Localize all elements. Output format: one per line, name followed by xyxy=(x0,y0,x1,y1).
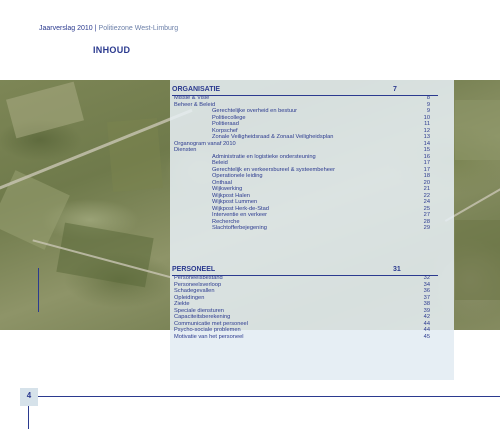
toc-section-heading: PERSONEEL xyxy=(172,266,216,273)
toc-entry-page: 17 xyxy=(423,160,430,166)
toc-entry[interactable]: Gerechtelijk en verkeersbureel & systeem… xyxy=(212,167,335,173)
toc-entry[interactable]: Wijkpost Herk-de-Stad xyxy=(212,206,269,212)
toc-entry[interactable]: Zonale Veiligheidsraad & Zonaal Veilighe… xyxy=(212,134,333,140)
toc-entry[interactable]: Missie & Visie xyxy=(174,95,209,101)
toc-entry[interactable]: Slachtofferbejegening xyxy=(212,225,267,231)
toc-entry[interactable]: Wijkpost Lummen xyxy=(212,199,257,205)
toc-entry[interactable]: Personeelsverloop xyxy=(174,282,221,288)
toc-entry-page: 45 xyxy=(423,333,430,340)
toc-entry-page: 18 xyxy=(423,173,430,179)
toc-section-page: 7 xyxy=(393,86,397,93)
toc-entry-page: 24 xyxy=(423,199,430,205)
toc-entry[interactable]: Wijkpost Halen xyxy=(212,193,250,199)
toc-entry-page: 11 xyxy=(424,121,430,127)
toc-entry-page: 29 xyxy=(423,225,430,231)
toc-entry-page: 44 xyxy=(423,320,430,327)
toc-entry-page: 16 xyxy=(423,153,430,160)
page-title: INHOUD xyxy=(93,45,131,55)
toc-entry[interactable]: Diensten xyxy=(174,147,196,153)
toc-entry-page: 37 xyxy=(423,294,430,301)
toc-entry[interactable]: Wijkwerking xyxy=(212,186,242,192)
toc-entry[interactable]: Personeelsbestand xyxy=(174,275,223,281)
toc-entry[interactable]: Administratie en logistieke ondersteunin… xyxy=(212,154,316,160)
toc-entry[interactable]: Korpschef xyxy=(212,128,238,134)
toc-entry[interactable]: Recherche xyxy=(212,219,240,225)
toc-entry-page: 25 xyxy=(423,205,430,212)
toc-entry[interactable]: Interventie en verkeer xyxy=(212,212,267,218)
toc-entry[interactable]: Organogram vanaf 2010 xyxy=(174,141,236,147)
toc-section-page: 31 xyxy=(393,266,401,273)
toc-entry-page: 22 xyxy=(423,192,430,199)
toc-entry[interactable]: Gerechtelijke overheid en bestuur xyxy=(212,108,297,114)
toc-entry[interactable]: Politieraad xyxy=(212,121,239,127)
toc-entry[interactable]: Beleid xyxy=(212,160,228,166)
toc-entry-page: 21 xyxy=(423,186,430,192)
toc-entry[interactable]: Motivatie van het personeel xyxy=(174,334,244,340)
toc-entry-page: 14 xyxy=(423,140,430,147)
toc-entry-page: 15 xyxy=(423,147,430,153)
toc-entry[interactable]: Ziekte xyxy=(174,301,190,307)
toc-entry-page: 12 xyxy=(423,127,430,134)
toc-entry-page: 13 xyxy=(423,134,430,140)
toc-entry-page: 39 xyxy=(423,307,430,314)
toc-entry-page: 9 xyxy=(426,108,430,114)
toc-entry-page: 32 xyxy=(423,275,430,281)
toc-entry-page: 34 xyxy=(423,281,430,288)
toc-entry-page: 20 xyxy=(423,179,430,186)
toc-entry-page: 28 xyxy=(423,218,430,225)
toc-entry-page: 38 xyxy=(423,301,430,307)
page-number: 4 xyxy=(26,391,32,400)
organisation-name: Politiezone West-Limburg xyxy=(98,25,179,32)
toc-entry[interactable]: Beheer & Beleid xyxy=(174,102,215,108)
toc-entry[interactable]: Schadegevallen xyxy=(174,288,214,294)
toc-entry-page: 10 xyxy=(423,114,430,121)
toc-entry[interactable]: Communicatie met personeel xyxy=(174,321,248,327)
report-title: Jaarverslag 2010 xyxy=(39,25,93,32)
toc-entry-page: 17 xyxy=(423,166,430,173)
footer-rule xyxy=(28,396,500,397)
toc-entry[interactable]: Capaciteitsberekening xyxy=(174,314,230,320)
toc-entry[interactable]: Opleidingen xyxy=(174,295,204,301)
toc-section-rule xyxy=(172,95,438,96)
toc-entry[interactable]: Operationele leiding xyxy=(212,173,263,179)
toc-entry-page: 9 xyxy=(426,101,430,108)
decorative-line xyxy=(38,268,39,312)
toc-entry[interactable]: Onthaal xyxy=(212,180,232,186)
report-header: Jaarverslag 2010 | Politiezone West-Limbur… xyxy=(39,25,178,32)
toc-entry[interactable]: Psycho-sociale problemen xyxy=(174,327,241,333)
toc-entry[interactable]: Speciale diensturen xyxy=(174,308,224,314)
toc-entry-page: 36 xyxy=(423,288,430,294)
toc-entry-page: 27 xyxy=(423,212,430,218)
toc-section-heading: ORGANISATIE xyxy=(172,86,221,93)
toc-entry[interactable]: Politiecollege xyxy=(212,115,246,121)
toc-entry-page: 42 xyxy=(423,314,430,320)
toc-entry-page: 8 xyxy=(426,95,430,101)
toc-entry-page: 44 xyxy=(423,327,430,333)
